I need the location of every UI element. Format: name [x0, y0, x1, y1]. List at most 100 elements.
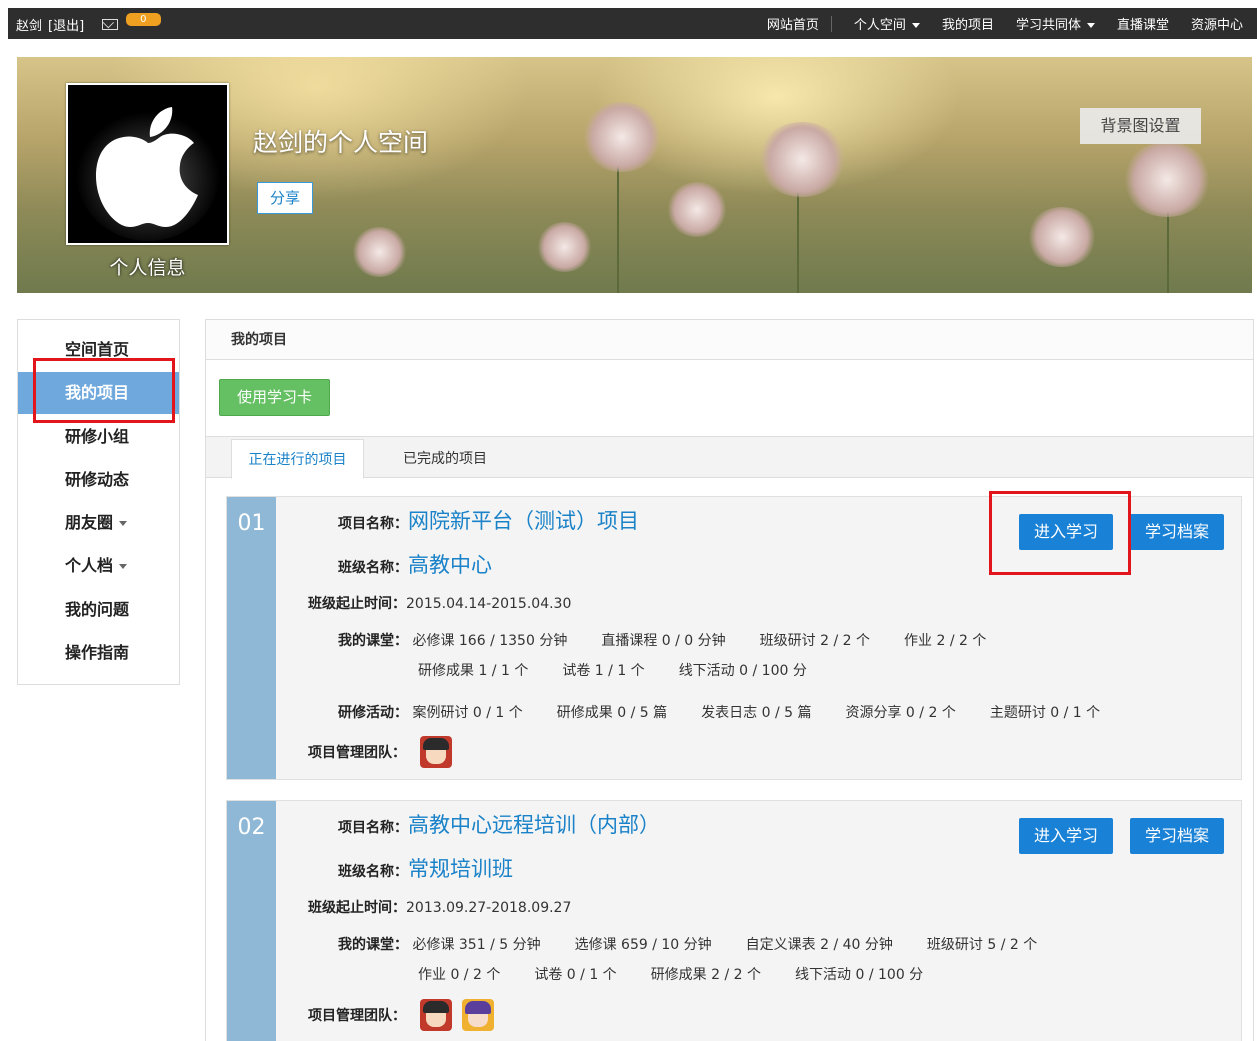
site-nav: 网站首页 个人空间 我的项目 学习共同体 直播课堂 资源中心 — [767, 14, 1243, 33]
period-row: 班级起止时间：2013.09.27-2018.09.27 — [308, 897, 571, 917]
class-stat: 线下活动 0 / 100 分 — [795, 967, 924, 983]
class-stat: 研修成果 2 / 2 个 — [650, 967, 762, 983]
my-class-row-2: 作业 0 / 2 个 试卷 0 / 1 个 研修成果 2 / 2 个 线下活动 0 /… — [418, 964, 957, 984]
sidebar-item-study-feed[interactable]: 研修动态 — [18, 459, 179, 501]
class-name-row: 班级名称：常规培训班 — [338, 853, 513, 883]
class-stat: 直播课程 0 / 0 分钟 — [601, 633, 726, 649]
sidebar-item-guide[interactable]: 操作指南 — [18, 632, 179, 674]
project-name-link[interactable]: 网院新平台（测试）项目 — [408, 509, 639, 533]
class-stat: 必修课 351 / 5 分钟 — [412, 937, 541, 953]
period-value: 2015.04.14-2015.04.30 — [406, 596, 572, 612]
activities-label: 研修活动： — [338, 705, 408, 721]
project-tabs: 正在进行的项目 已完成的项目 — [206, 436, 1253, 479]
nav-personal-space-label: 个人空间 — [853, 18, 906, 33]
highlight-annotation — [989, 491, 1131, 575]
activities-row: 研修活动： 案例研讨 0 / 1 个 研修成果 0 / 5 篇 发表日志 0 / 5… — [338, 702, 1134, 722]
team-row: 项目管理团队： — [308, 999, 504, 1031]
class-stat: 必修课 166 / 1350 分钟 — [412, 633, 568, 649]
class-stat: 班级研讨 2 / 2 个 — [759, 633, 871, 649]
nav-resource-center[interactable]: 资源中心 — [1191, 14, 1243, 33]
chevron-down-icon — [119, 521, 128, 526]
avatar[interactable] — [66, 83, 229, 245]
banner-decoration — [1122, 142, 1212, 217]
team-row: 项目管理团队： — [308, 736, 462, 768]
logout-link[interactable]: [退出] — [48, 15, 84, 34]
profile-banner: 个人信息 赵剑的个人空间 分享 背景图设置 — [17, 57, 1252, 293]
banner-decoration — [352, 227, 407, 277]
tab-completed-projects[interactable]: 已完成的项目 — [403, 439, 487, 479]
chevron-down-icon — [119, 564, 128, 569]
nav-my-projects[interactable]: 我的项目 — [942, 14, 994, 33]
class-stat: 作业 0 / 2 个 — [418, 967, 501, 983]
nav-divider — [830, 15, 832, 32]
team-member-avatar[interactable] — [462, 999, 494, 1031]
user-name[interactable]: 赵剑 — [16, 15, 42, 34]
user-area: 赵剑 [退出] 0 — [16, 13, 167, 34]
project-name-label: 项目名称： — [338, 820, 408, 836]
my-class-label: 我的课堂： — [338, 633, 408, 649]
banner-decoration — [1027, 207, 1097, 267]
enter-study-button[interactable]: 进入学习 — [1019, 818, 1113, 854]
period-label: 班级起止时间： — [308, 900, 406, 916]
team-label: 项目管理团队： — [308, 1008, 406, 1024]
project-number: 01 — [227, 497, 276, 779]
banner-decoration — [582, 102, 662, 172]
page-title: 我的项目 — [206, 320, 1253, 360]
my-class-label: 我的课堂： — [338, 937, 408, 953]
banner-decoration — [757, 122, 847, 197]
sidebar-item-personal-file[interactable]: 个人档 — [18, 545, 179, 587]
period-value: 2013.09.27-2018.09.27 — [406, 900, 572, 916]
team-member-avatar[interactable] — [420, 736, 452, 768]
sidebar-item-my-questions[interactable]: 我的问题 — [18, 589, 179, 631]
period-label: 班级起止时间： — [308, 596, 406, 612]
top-navigation-bar: 赵剑 [退出] 0 网站首页 个人空间 我的项目 学习共同体 直播课堂 资源中心 — [8, 8, 1257, 39]
class-name-label: 班级名称： — [338, 864, 408, 880]
activity-stat: 研修成果 0 / 5 篇 — [556, 705, 668, 721]
team-member-avatar[interactable] — [420, 999, 452, 1031]
mail-icon[interactable] — [102, 19, 119, 30]
activity-stat: 资源分享 0 / 2 个 — [845, 705, 956, 721]
project-name-row: 项目名称：高教中心远程培训（内部） — [338, 809, 660, 839]
nav-learning-community-label: 学习共同体 — [1015, 18, 1081, 33]
class-stat: 作业 2 / 2 个 — [904, 633, 987, 649]
mail-count-badge[interactable]: 0 — [126, 13, 161, 26]
background-setting-button[interactable]: 背景图设置 — [1080, 108, 1201, 144]
sidebar-item-label: 朋友圈 — [65, 513, 114, 532]
activity-stat: 案例研讨 0 / 1 个 — [412, 705, 523, 721]
project-card: 02 项目名称：高教中心远程培训（内部） 班级名称：常规培训班 班级起止时间：2… — [226, 800, 1242, 1041]
study-archive-button[interactable]: 学习档案 — [1130, 818, 1224, 854]
class-stat: 试卷 0 / 1 个 — [534, 967, 617, 983]
profile-info-link[interactable]: 个人信息 — [66, 253, 229, 280]
project-name-row: 项目名称：网院新平台（测试）项目 — [338, 505, 639, 535]
use-study-card-button[interactable]: 使用学习卡 — [219, 379, 330, 416]
my-class-row: 我的课堂： 必修课 351 / 5 分钟 选修课 659 / 10 分钟 自定义课表… — [338, 934, 1071, 954]
sidebar-item-friends[interactable]: 朋友圈 — [18, 502, 179, 544]
class-stat: 试卷 1 / 1 个 — [562, 663, 645, 679]
class-name-link[interactable]: 高教中心 — [408, 553, 492, 577]
banner-decoration — [667, 182, 727, 237]
my-class-row: 我的课堂： 必修课 166 / 1350 分钟 直播课程 0 / 0 分钟 班级研讨… — [338, 630, 1020, 650]
share-button[interactable]: 分享 — [257, 182, 313, 214]
class-name-link[interactable]: 常规培训班 — [408, 857, 513, 881]
tab-ongoing-projects[interactable]: 正在进行的项目 — [231, 439, 364, 479]
nav-home[interactable]: 网站首页 — [767, 14, 819, 33]
study-archive-button[interactable]: 学习档案 — [1130, 514, 1224, 550]
project-name-link[interactable]: 高教中心远程培训（内部） — [408, 813, 660, 837]
class-stat: 选修课 659 / 10 分钟 — [574, 937, 712, 953]
class-name-label: 班级名称： — [338, 560, 408, 576]
class-stat: 班级研讨 5 / 2 个 — [926, 937, 1038, 953]
sidebar-item-label: 个人档 — [65, 556, 114, 575]
nav-live-classroom[interactable]: 直播课堂 — [1117, 14, 1169, 33]
class-stat: 研修成果 1 / 1 个 — [418, 663, 529, 679]
class-stat: 自定义课表 2 / 40 分钟 — [745, 937, 893, 953]
banner-decoration — [537, 222, 592, 272]
class-name-row: 班级名称：高教中心 — [338, 549, 492, 579]
highlight-annotation — [33, 358, 175, 423]
nav-learning-community[interactable]: 学习共同体 — [1016, 14, 1095, 33]
activity-stat: 发表日志 0 / 5 篇 — [701, 705, 812, 721]
chevron-down-icon — [1086, 23, 1095, 28]
activity-stat: 主题研讨 0 / 1 个 — [989, 705, 1101, 721]
nav-personal-space[interactable]: 个人空间 — [854, 14, 920, 33]
space-title: 赵剑的个人空间 — [253, 128, 429, 157]
team-label: 项目管理团队： — [308, 745, 406, 761]
